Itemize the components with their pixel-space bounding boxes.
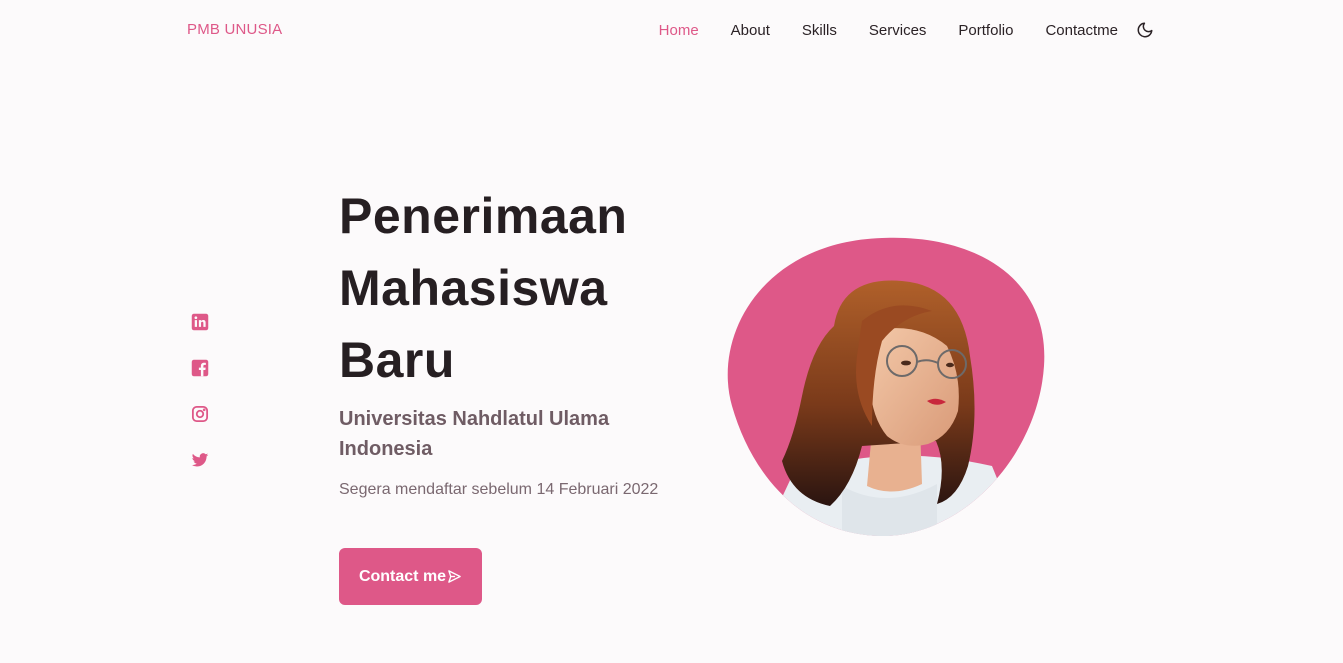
hero-title-line-3: Baru: [339, 332, 455, 388]
instagram-icon[interactable]: [191, 405, 209, 423]
main-nav: Home About Skills Services Portfolio Con…: [627, 20, 1155, 40]
hero-profile-image: [722, 236, 1046, 540]
site-header: PMB UNUSIA Home About Skills Services Po…: [0, 0, 1343, 60]
moon-icon[interactable]: [1135, 20, 1155, 40]
hero-subtitle: Universitas Nahdlatul Ulama Indonesia: [339, 408, 610, 460]
contact-me-label: Contact me: [358, 567, 447, 585]
hero-title-line-2: Mahasiswa: [339, 260, 608, 316]
site-logo[interactable]: PMB UNUSIA: [187, 21, 282, 38]
twitter-icon[interactable]: [191, 451, 209, 469]
nav-item-about[interactable]: About: [731, 22, 770, 39]
hero-section: Penerimaan Mahasiswa Baru Universitas Na…: [339, 180, 669, 502]
send-icon: [448, 570, 461, 583]
nav-item-services[interactable]: Services: [869, 22, 927, 39]
linkedin-icon[interactable]: [191, 313, 209, 331]
facebook-icon[interactable]: [191, 359, 209, 377]
nav-item-home[interactable]: Home: [659, 22, 699, 39]
hero-title-line-1: Penerimaan: [339, 188, 628, 244]
hero-description: Segera mendaftar sebelum 14 Februari 202…: [339, 481, 659, 498]
nav-item-contactme[interactable]: Contactme: [1045, 22, 1118, 39]
nav-item-portfolio[interactable]: Portfolio: [958, 22, 1013, 39]
social-links: [191, 313, 209, 497]
contact-me-button[interactable]: Contact me: [339, 548, 482, 605]
hero-title: Penerimaan Mahasiswa Baru: [339, 180, 669, 396]
nav-item-skills[interactable]: Skills: [802, 22, 837, 39]
